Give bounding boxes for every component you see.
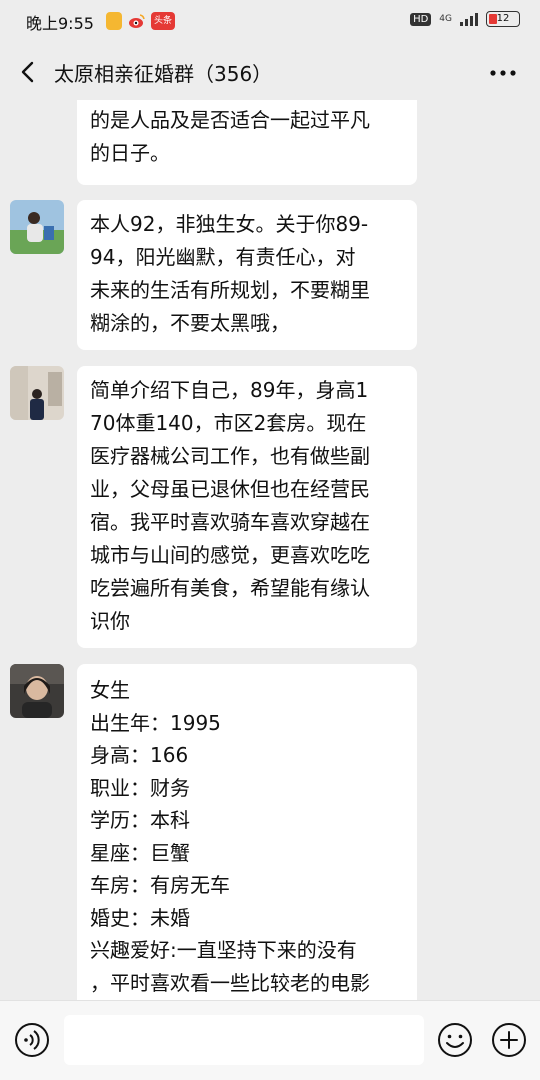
message-text: 宿。我平时喜欢骑车喜欢穿越在 [90, 510, 370, 534]
back-arrow-icon[interactable] [12, 56, 44, 88]
message-text: 的是人品及是否适合一起过平凡 [90, 108, 370, 132]
status-indicators: HD 4G 12 [410, 11, 520, 27]
chat-header: 太原相亲征婚群（356） [0, 44, 540, 100]
battery-icon: 12 [486, 11, 520, 27]
message-text: 学历：本科 [90, 808, 190, 832]
message-text: 职业：财务 [90, 775, 190, 800]
message-bubble[interactable]: 简单介绍下自己，89年，身高1 70体重140，市区2套房。现在 医疗器械公司工… [77, 366, 417, 648]
signal-icon [460, 12, 478, 26]
weibo-icon [128, 12, 146, 30]
message-bubble[interactable]: 的是人品及是否适合一起过平凡 的日子。 [77, 100, 417, 185]
network-type: 4G [439, 13, 452, 24]
message-text: 出生年：1995 [90, 710, 221, 735]
avatar[interactable] [10, 200, 64, 254]
message-text: 未来的生活有所规划，不要糊里 [90, 278, 370, 302]
notification-app-icon [106, 12, 122, 30]
message-text: 身高：166 [90, 743, 189, 767]
message-text: 吃尝遍所有美食，希望能有缘认 [90, 576, 370, 600]
status-time: 晚上9:55 [26, 14, 94, 33]
message-text: 94，阳光幽默，有责任心，对 [90, 245, 356, 269]
voice-icon[interactable] [13, 1021, 51, 1059]
message-text: 女生 [90, 678, 130, 702]
battery-level: 12 [496, 13, 510, 24]
chat-title: 太原相亲征婚群（356） [54, 62, 273, 86]
message-bubble[interactable]: 女生 出生年：1995 身高：166 职业：财务 学历：本科 星座：巨蟹 车房：… [77, 664, 417, 1000]
message-text: 城市与山间的感觉，更喜欢吃吃 [90, 543, 370, 567]
news-app-icon: 头条 [151, 12, 175, 30]
message-text: 医疗器械公司工作，也有做些副 [90, 444, 370, 468]
message-text: ，平时喜欢看一些比较老的电影 [90, 970, 370, 995]
message-text: 车房：有房无车 [90, 873, 230, 897]
message-text: 星座：巨蟹 [90, 840, 190, 865]
message-text: 糊涂的，不要太黑哦， [90, 311, 290, 335]
status-bar: 晚上9:55 头条 HD 4G 12 [0, 0, 540, 44]
message-text: 的日子。 [90, 141, 170, 165]
chat-area[interactable]: 的是人品及是否适合一起过平凡 的日子。 本人92，非独生女。关于你89- 94，… [0, 100, 540, 1000]
message-text: 识你 [90, 609, 130, 633]
message-text: 业，父母虽已退休但也在经营民 [90, 477, 370, 501]
message-text: 兴趣爱好:一直坚持下来的没有 [90, 938, 357, 962]
message-text: 本人92，非独生女。关于你89- [90, 212, 369, 236]
message-text: 婚史：未婚 [90, 905, 190, 930]
avatar[interactable] [10, 664, 64, 718]
hd-badge: HD [410, 12, 432, 26]
message-input[interactable] [64, 1015, 424, 1065]
message-text: 简单介绍下自己，89年，身高1 [90, 378, 369, 402]
emoji-icon[interactable] [436, 1021, 474, 1059]
input-bar [0, 1000, 540, 1080]
avatar[interactable] [10, 366, 64, 420]
more-dots-icon[interactable] [488, 60, 518, 84]
message-text: 70体重140，市区2套房。现在 [90, 411, 367, 435]
message-bubble[interactable]: 本人92，非独生女。关于你89- 94，阳光幽默，有责任心，对 未来的生活有所规… [77, 200, 417, 350]
plus-icon[interactable] [490, 1021, 528, 1059]
